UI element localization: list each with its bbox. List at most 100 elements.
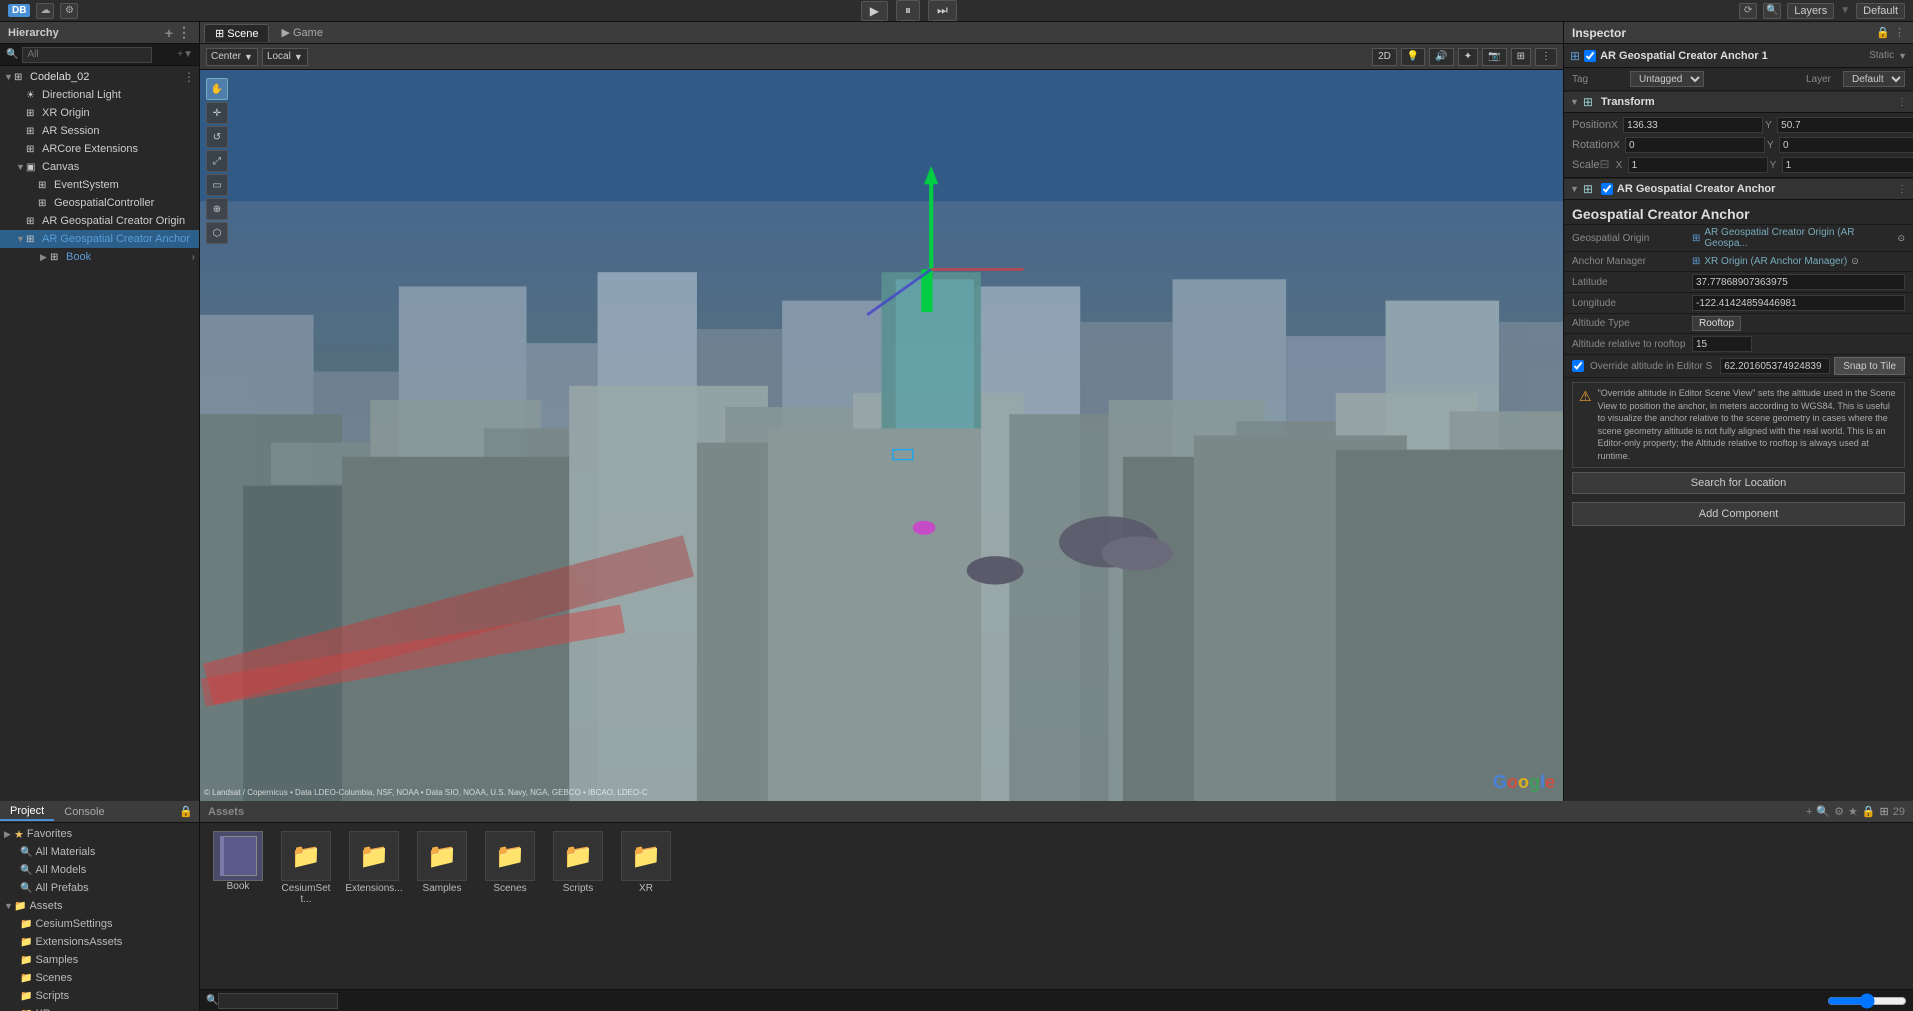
- scene-viewport[interactable]: ✋ ✛ ↺ ⤢ ▭ ⊕ ⬡ Google © Landsat / Coperni…: [200, 70, 1563, 801]
- hier-item-arcore[interactable]: ⊞ ARCore Extensions: [0, 140, 199, 158]
- pause-button[interactable]: ⏸: [896, 0, 920, 21]
- center-dropdown[interactable]: Center ▼: [206, 48, 258, 66]
- rooftop-badge[interactable]: Rooftop: [1692, 316, 1741, 331]
- asset-book[interactable]: Book: [208, 831, 268, 981]
- assets-add-btn[interactable]: +: [1806, 806, 1812, 818]
- local-dropdown[interactable]: Local ▼: [262, 48, 308, 66]
- custom-tool[interactable]: ⬡: [206, 222, 228, 244]
- geo-section-header[interactable]: ▼ ⊞ AR Geospatial Creator Anchor ⋮: [1564, 178, 1913, 200]
- geo-enable-checkbox[interactable]: [1601, 183, 1613, 195]
- codelab02-dots[interactable]: ⋮: [183, 70, 199, 84]
- tree-extensions[interactable]: 📁 ExtensionsAssets: [0, 933, 199, 951]
- fx-btn[interactable]: ✦: [1458, 48, 1478, 66]
- layers-button[interactable]: Layers: [1787, 3, 1834, 19]
- rotation-x-input[interactable]: [1625, 137, 1765, 153]
- inspector-lock-icon[interactable]: 🔒: [1876, 26, 1890, 39]
- assets-header[interactable]: ▼ 📁 Assets: [0, 897, 199, 915]
- asset-xr[interactable]: 📁 XR: [616, 831, 676, 981]
- favorites-prefabs[interactable]: 🔍 All Prefabs: [0, 879, 199, 897]
- hier-item-canvas[interactable]: ▼ ▣ Canvas: [0, 158, 199, 176]
- tree-xr[interactable]: 📁 XR: [0, 1005, 199, 1011]
- tree-samples[interactable]: 📁 Samples: [0, 951, 199, 969]
- hand-tool[interactable]: ✋: [206, 78, 228, 100]
- audio-btn[interactable]: 🔊: [1429, 48, 1453, 66]
- assets-star-icon[interactable]: ★: [1848, 805, 1858, 818]
- component-enable-checkbox[interactable]: [1584, 50, 1596, 62]
- hier-item-directional-light[interactable]: ☀ Directional Light: [0, 86, 199, 104]
- hier-item-ar-session[interactable]: ⊞ AR Session: [0, 122, 199, 140]
- transform-tool[interactable]: ⊕: [206, 198, 228, 220]
- assets-search-icon[interactable]: 🔍: [1816, 805, 1830, 818]
- favorites-materials[interactable]: 🔍 All Materials: [0, 843, 199, 861]
- search-btn[interactable]: 🔍: [1763, 3, 1781, 19]
- gizmo-btn[interactable]: ⊞: [1511, 48, 1531, 66]
- tree-scripts[interactable]: 📁 Scripts: [0, 987, 199, 1005]
- cloud-btn[interactable]: ☁: [36, 3, 54, 19]
- layer-dropdown[interactable]: Default: [1843, 71, 1905, 87]
- project-lock-icon[interactable]: 🔒: [179, 805, 199, 818]
- asset-search-input[interactable]: [218, 993, 338, 1009]
- tab-game[interactable]: ▶ Game: [271, 24, 332, 41]
- hier-item-geo-anchor[interactable]: ▼ ⊞ AR Geospatial Creator Anchor: [0, 230, 199, 248]
- hier-item-xr-origin[interactable]: ⊞ XR Origin: [0, 104, 199, 122]
- hierarchy-menu-btn[interactable]: ⋮: [177, 24, 191, 41]
- settings-btn[interactable]: ⚙: [60, 3, 78, 19]
- longitude-input[interactable]: [1692, 295, 1905, 311]
- inspector-more-icon[interactable]: ⋮: [1894, 26, 1905, 39]
- assets-lock-icon[interactable]: 🔒: [1862, 805, 1876, 818]
- hierarchy-add-btn[interactable]: +: [165, 25, 173, 41]
- db-logo[interactable]: DB: [8, 4, 30, 17]
- override-input[interactable]: [1720, 358, 1830, 374]
- rect-tool[interactable]: ▭: [206, 174, 228, 196]
- asset-cesium[interactable]: 📁 CesiumSett...: [276, 831, 336, 981]
- step-button[interactable]: ⏭: [928, 0, 957, 21]
- asset-samples[interactable]: 📁 Samples: [412, 831, 472, 981]
- favorites-models[interactable]: 🔍 All Models: [0, 861, 199, 879]
- asset-scenes[interactable]: 📁 Scenes: [480, 831, 540, 981]
- tab-scene[interactable]: ⊞ Scene: [204, 24, 269, 42]
- lighting-btn[interactable]: 💡: [1401, 48, 1425, 66]
- latitude-input[interactable]: [1692, 274, 1905, 290]
- scale-y-input[interactable]: [1782, 157, 1913, 173]
- position-y-input[interactable]: [1777, 117, 1913, 133]
- geo-origin-link[interactable]: ⊙: [1897, 233, 1905, 244]
- view-mode-btn[interactable]: 2D: [1372, 48, 1397, 66]
- history-btn[interactable]: ⟳: [1739, 3, 1757, 19]
- anchor-mgr-link[interactable]: ⊙: [1851, 256, 1859, 267]
- scale-link-icon[interactable]: ⊟: [1600, 157, 1610, 173]
- assets-settings-icon[interactable]: ⚙: [1834, 805, 1844, 818]
- hier-item-eventsystem[interactable]: ⊞ EventSystem: [0, 176, 199, 194]
- asset-extensions[interactable]: 📁 Extensions...: [344, 831, 404, 981]
- hier-item-geo-origin[interactable]: ⊞ AR Geospatial Creator Origin: [0, 212, 199, 230]
- default-button[interactable]: Default: [1856, 3, 1905, 19]
- altitude-rooftop-input[interactable]: [1692, 336, 1752, 352]
- tab-project[interactable]: Project: [0, 803, 54, 821]
- scale-tool[interactable]: ⤢: [206, 150, 228, 172]
- move-tool[interactable]: ✛: [206, 102, 228, 124]
- hierarchy-search-input[interactable]: [22, 47, 152, 63]
- transform-section-header[interactable]: ▼ ⊞ Transform ⋮: [1564, 91, 1913, 113]
- rotate-tool[interactable]: ↺: [206, 126, 228, 148]
- tag-dropdown[interactable]: Untagged: [1630, 71, 1704, 87]
- add-component-btn[interactable]: Add Component: [1572, 502, 1905, 526]
- rotation-y-input[interactable]: [1779, 137, 1913, 153]
- hier-item-book[interactable]: ▶ ⊞ Book ›: [0, 248, 199, 266]
- hier-item-geoctrl[interactable]: ⊞ GeospatialController: [0, 194, 199, 212]
- search-location-btn[interactable]: Search for Location: [1572, 472, 1905, 494]
- geo-more-btn[interactable]: ⋮: [1897, 184, 1907, 195]
- snap-to-tile-btn[interactable]: Snap to Tile: [1834, 357, 1905, 375]
- transform-more-btn[interactable]: ⋮: [1897, 97, 1907, 108]
- more-btn[interactable]: ⋮: [1535, 48, 1557, 66]
- hier-item-codelab02[interactable]: ▼ ⊞ Codelab_02 ⋮: [0, 68, 199, 86]
- override-checkbox[interactable]: [1572, 360, 1584, 372]
- tab-console[interactable]: Console: [54, 804, 114, 820]
- tree-scenes[interactable]: 📁 Scenes: [0, 969, 199, 987]
- hierarchy-add-small[interactable]: +▼: [177, 49, 193, 60]
- position-x-input[interactable]: [1623, 117, 1763, 133]
- scene-cam-btn[interactable]: 📷: [1482, 48, 1506, 66]
- play-button[interactable]: ▶: [861, 1, 888, 21]
- scale-x-input[interactable]: [1628, 157, 1768, 173]
- favorites-header[interactable]: ▶ ★ Favorites: [0, 825, 199, 843]
- zoom-slider[interactable]: [1827, 996, 1907, 1006]
- tree-cesium-settings[interactable]: 📁 CesiumSettings: [0, 915, 199, 933]
